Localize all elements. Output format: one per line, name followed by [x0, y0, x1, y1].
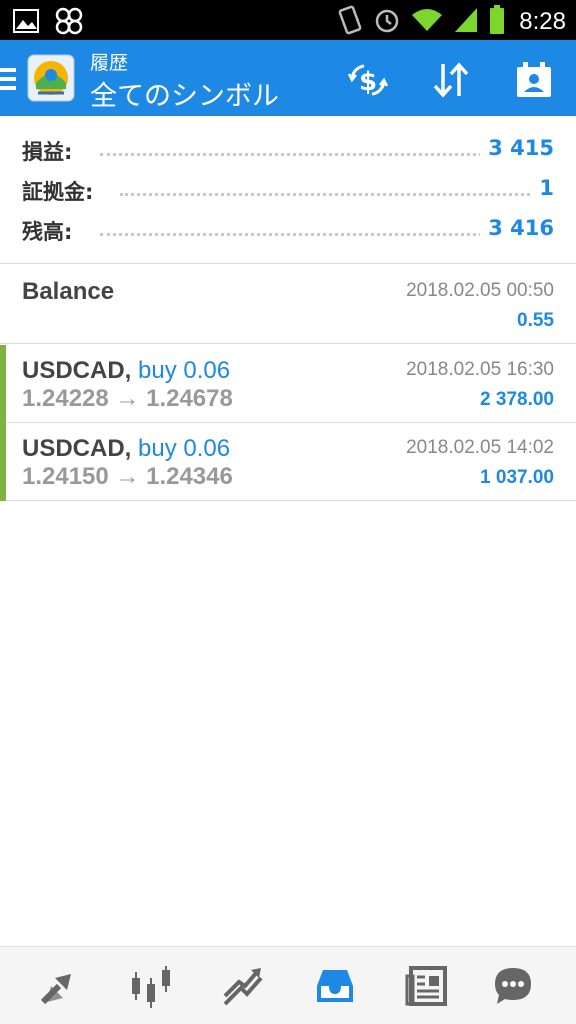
page-subtitle: 履歴 — [90, 52, 129, 74]
fan-icon — [54, 6, 84, 40]
margin-label: 証拠金: — [22, 176, 102, 206]
profit-value: 3 415 — [480, 136, 554, 160]
account-summary: 損益: 3 415 証拠金: 1 残高: 3 416 — [0, 118, 576, 264]
page-title[interactable]: 全てのシンボル — [90, 74, 279, 113]
trade-symbol: USDCAD, — [22, 357, 132, 384]
profit-label: 損益: — [22, 136, 81, 166]
buy-indicator — [0, 345, 6, 423]
app-logo[interactable] — [26, 53, 76, 103]
dotted-leader — [120, 193, 536, 196]
bottom-navigation — [0, 946, 576, 1024]
trade-prices: 1.24228 → 1.24678 — [22, 385, 233, 412]
alarm-icon — [373, 6, 401, 38]
history-icon[interactable] — [310, 961, 360, 1011]
status-bar: 8:28 — [0, 0, 576, 40]
wifi-icon — [411, 7, 443, 37]
sort-icon[interactable] — [429, 58, 473, 102]
trade-symbol-line: USDCAD, buy 0.06 — [22, 357, 230, 385]
trade-profit: 2 378.00 — [480, 389, 554, 410]
trade-row[interactable]: USDCAD, buy 0.06 1.24150 → 1.24346 2018.… — [0, 423, 576, 501]
menu-icon[interactable] — [0, 68, 16, 90]
buy-indicator — [0, 423, 6, 501]
margin-row: 証拠金: 1 — [0, 170, 576, 210]
history-balance-row[interactable]: Balance 2018.02.05 00:50 0.55 — [0, 266, 576, 344]
battery-icon — [489, 5, 505, 39]
trade-symbol-line: USDCAD, buy 0.06 — [22, 435, 230, 463]
trade-symbol: USDCAD, — [22, 435, 132, 462]
profit-row: 損益: 3 415 — [0, 130, 576, 170]
trade-prices: 1.24150 → 1.24346 — [22, 463, 233, 490]
balance-value: 3 416 — [480, 216, 554, 240]
dotted-leader — [100, 233, 536, 236]
trade-date: 2018.02.05 14:02 — [406, 437, 554, 458]
calendar-icon[interactable] — [512, 58, 556, 102]
vibrate-icon — [337, 5, 363, 39]
trade-type: buy 0.06 — [138, 357, 231, 384]
balance-title: Balance — [22, 278, 115, 305]
signal-icon — [453, 6, 479, 38]
app-bar: 履歴 全てのシンボル $ — [0, 40, 576, 116]
trade-type: buy 0.06 — [138, 435, 231, 462]
quotes-icon[interactable] — [34, 961, 84, 1011]
trade-icon[interactable] — [218, 961, 268, 1011]
image-icon — [12, 8, 40, 38]
trade-profit: 1 037.00 — [480, 467, 554, 488]
chart-icon[interactable] — [126, 961, 176, 1011]
trade-date: 2018.02.05 16:30 — [406, 359, 554, 380]
balance-row: 残高: 3 416 — [0, 210, 576, 250]
balance-amount: 0.55 — [517, 310, 554, 331]
balance-label: 残高: — [22, 216, 81, 246]
chat-icon[interactable] — [488, 961, 538, 1011]
trade-row[interactable]: USDCAD, buy 0.06 1.24228 → 1.24678 2018.… — [0, 345, 576, 423]
news-icon[interactable] — [402, 961, 452, 1011]
currency-exchange-icon[interactable]: $ — [346, 58, 390, 102]
dotted-leader — [100, 153, 536, 156]
balance-date: 2018.02.05 00:50 — [406, 280, 554, 301]
clock: 8:28 — [519, 8, 566, 35]
margin-value: 1 — [531, 176, 554, 200]
